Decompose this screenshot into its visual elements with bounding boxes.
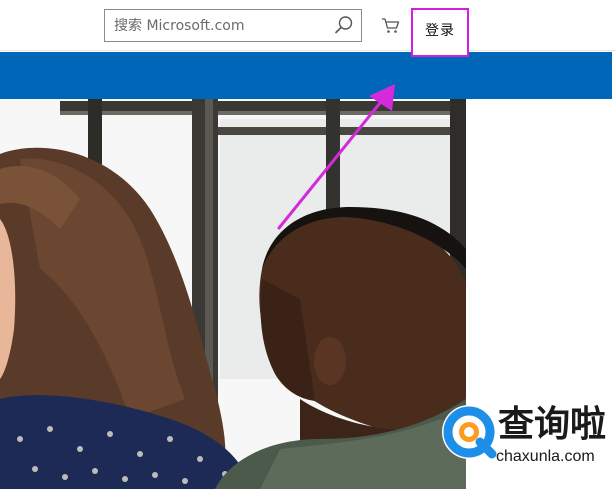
search-input[interactable] (105, 10, 329, 41)
watermark-logo-icon (442, 405, 497, 459)
signin-label: 登录 (425, 23, 455, 39)
hero-image (0, 99, 466, 489)
search-icon[interactable] (333, 14, 355, 36)
cart-icon[interactable] (381, 17, 401, 35)
page: 登录 (0, 0, 616, 489)
hero-banner-band (0, 52, 612, 99)
signin-button[interactable]: 登录 (411, 8, 469, 57)
watermark-url: chaxunla.com (496, 448, 595, 465)
header-divider (0, 50, 616, 51)
search-box[interactable] (104, 9, 362, 42)
watermark: 查询啦 chaxunla.com (432, 398, 616, 489)
site-header: 登录 (0, 0, 616, 57)
watermark-title: 查询啦 (498, 403, 607, 445)
